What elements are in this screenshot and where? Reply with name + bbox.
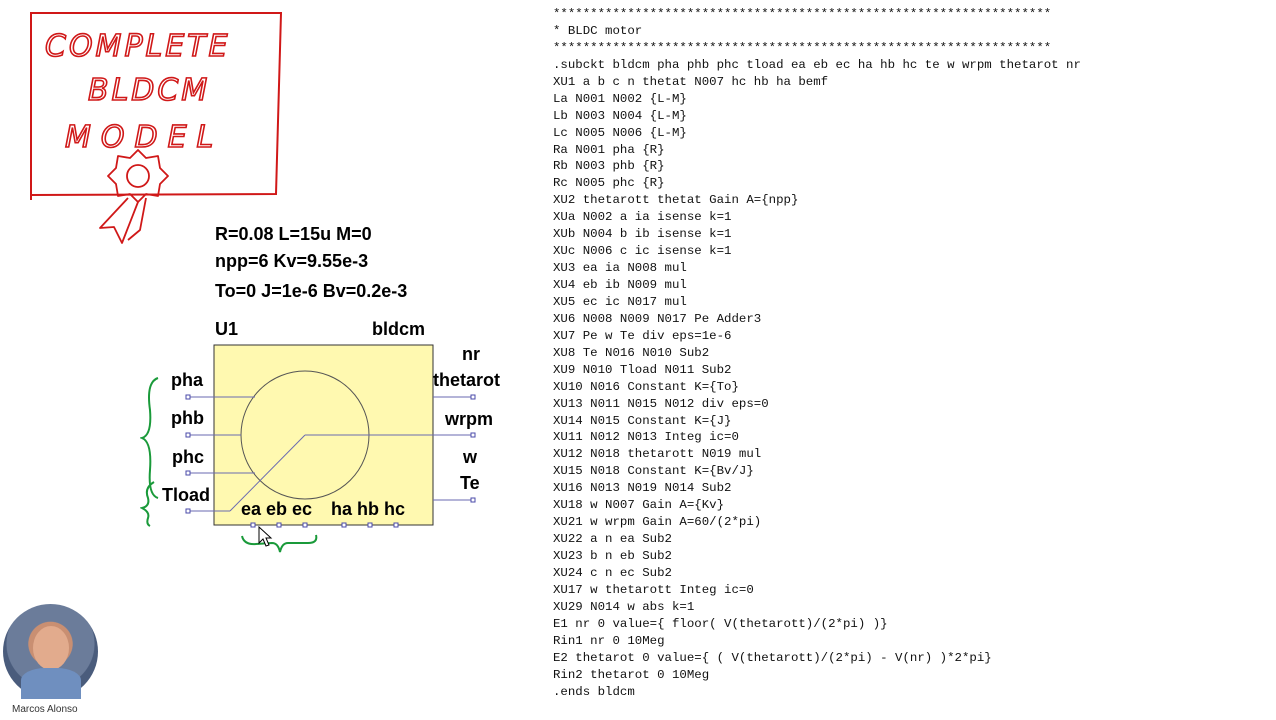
netlist-line[interactable]: XU15 N018 Constant K={Bv/J}	[553, 463, 1081, 480]
param-line-3: To=0 J=1e-6 Bv=0.2e-3	[215, 281, 408, 301]
netlist-line[interactable]: XU16 N013 N019 N014 Sub2	[553, 480, 1081, 497]
netlist-line[interactable]: XU12 N018 thetarott N019 mul	[553, 446, 1081, 463]
instance-name[interactable]: U1	[215, 319, 238, 340]
pin-nr[interactable]: nr	[462, 344, 480, 365]
pin-thetarot[interactable]: thetarot	[433, 370, 500, 391]
netlist-line[interactable]: XU18 w N007 Gain A={Kv}	[553, 497, 1081, 514]
netlist-line[interactable]: XU3 ea ia N008 mul	[553, 260, 1081, 277]
netlist-line[interactable]: Lc N005 N006 {L-M}	[553, 125, 1081, 142]
netlist-line[interactable]: XU21 w wrpm Gain A=60/(2*pi)	[553, 514, 1081, 531]
netlist-line[interactable]: XU14 N015 Constant K={J}	[553, 413, 1081, 430]
tload-bracket	[140, 481, 155, 527]
netlist-line[interactable]: XU10 N016 Constant K={To}	[553, 379, 1081, 396]
presenter-name: Marcos Alonso	[12, 704, 78, 715]
pin-wrpm[interactable]: wrpm	[445, 409, 493, 430]
netlist-line[interactable]: XU6 N008 N009 N017 Pe Adder3	[553, 311, 1081, 328]
pins-bemf[interactable]: ea eb ec	[241, 499, 312, 520]
netlist-line[interactable]: Lb N003 N004 {L-M}	[553, 108, 1081, 125]
netlist-line[interactable]: .ends bldcm	[553, 684, 1081, 701]
mouse-cursor-icon	[258, 526, 273, 547]
netlist-line[interactable]: XU23 b n eb Sub2	[553, 548, 1081, 565]
netlist-line[interactable]: XU13 N011 N015 N012 div eps=0	[553, 396, 1081, 413]
annotation-line-3: MODEL	[65, 120, 223, 155]
netlist-line[interactable]: Ra N001 pha {R}	[553, 142, 1081, 159]
pins-hall[interactable]: ha hb hc	[331, 499, 405, 520]
netlist-line[interactable]: XU29 N014 w abs k=1	[553, 599, 1081, 616]
pin-te[interactable]: Te	[460, 473, 480, 494]
netlist-line[interactable]: La N001 N002 {L-M}	[553, 91, 1081, 108]
netlist-line[interactable]: XU9 N010 Tload N011 Sub2	[553, 362, 1081, 379]
award-ribbon-icon	[99, 149, 169, 244]
model-name[interactable]: bldcm	[372, 319, 425, 340]
netlist-line[interactable]: XU1 a b c n thetat N007 hc hb ha bemf	[553, 74, 1081, 91]
netlist-line[interactable]: .subckt bldcm pha phb phc tload ea eb ec…	[553, 57, 1081, 74]
netlist-line[interactable]: XU22 a n ea Sub2	[553, 531, 1081, 548]
param-line-1: R=0.08 L=15u M=0	[215, 224, 372, 244]
netlist-line[interactable]: ****************************************…	[553, 6, 1081, 23]
netlist-line[interactable]: XUb N004 b ib isense k=1	[553, 226, 1081, 243]
netlist-line[interactable]: * BLDC motor	[553, 23, 1081, 40]
netlist-line[interactable]: E2 thetarot 0 value={ ( V(thetarott)/(2*…	[553, 650, 1081, 667]
netlist-line[interactable]: Rb N003 phb {R}	[553, 158, 1081, 175]
netlist-line[interactable]: XU2 thetarott thetat Gain A={npp}	[553, 192, 1081, 209]
netlist-line[interactable]: XU7 Pe w Te div eps=1e-6	[553, 328, 1081, 345]
netlist-line[interactable]: XUa N002 a ia isense k=1	[553, 209, 1081, 226]
netlist-line[interactable]: XU8 Te N016 N010 Sub2	[553, 345, 1081, 362]
netlist-line[interactable]: E1 nr 0 value={ floor( V(thetarott)/(2*p…	[553, 616, 1081, 633]
netlist-line[interactable]: Rin1 nr 0 10Meg	[553, 633, 1081, 650]
netlist-line[interactable]: XU11 N012 N013 Integ ic=0	[553, 429, 1081, 446]
param-line-2: npp=6 Kv=9.55e-3	[215, 251, 369, 271]
pin-pha[interactable]: pha	[171, 370, 203, 391]
annotation-line-1: COMPLETE	[45, 29, 230, 64]
netlist-line[interactable]: ****************************************…	[553, 40, 1081, 57]
netlist-text[interactable]: ****************************************…	[553, 6, 1081, 700]
netlist-line[interactable]: Rc N005 phc {R}	[553, 175, 1081, 192]
phase-bracket	[140, 377, 159, 499]
pin-w[interactable]: w	[463, 447, 477, 468]
pin-tload[interactable]: Tload	[162, 485, 210, 506]
netlist-line[interactable]: XU24 c n ec Sub2	[553, 565, 1081, 582]
netlist-line[interactable]: Rin2 thetarot 0 10Meg	[553, 667, 1081, 684]
netlist-line[interactable]: XU17 w thetarott Integ ic=0	[553, 582, 1081, 599]
pin-phc[interactable]: phc	[172, 447, 204, 468]
netlist-line[interactable]: XUc N006 c ic isense k=1	[553, 243, 1081, 260]
annotation-line-2: BLDCM	[88, 73, 210, 108]
pin-phb[interactable]: phb	[171, 408, 204, 429]
handwritten-annotation: COMPLETE BLDCM MODEL	[30, 12, 283, 244]
webcam-overlay	[3, 604, 98, 699]
bemf-bracket	[241, 534, 318, 553]
netlist-line[interactable]: XU5 ec ic N017 mul	[553, 294, 1081, 311]
netlist-line[interactable]: XU4 eb ib N009 mul	[553, 277, 1081, 294]
